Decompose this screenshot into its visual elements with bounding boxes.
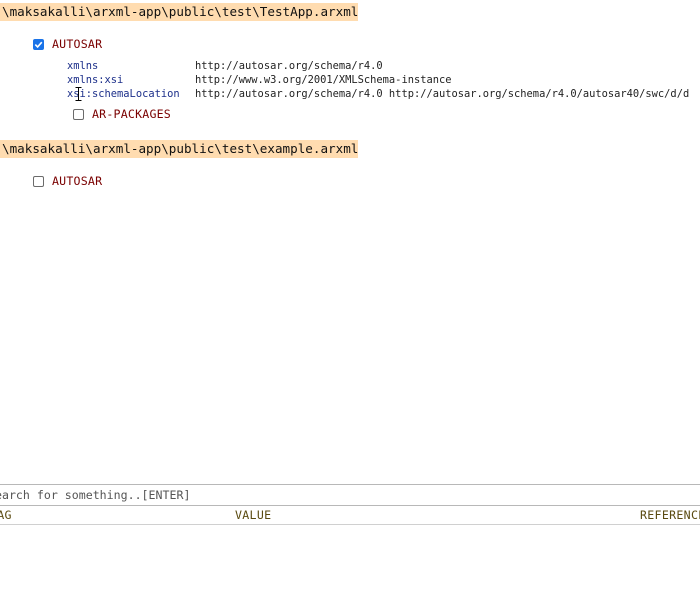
tree-node-ar-packages[interactable]: AR-PACKAGES	[73, 105, 171, 123]
autosar-checkbox[interactable]	[33, 175, 44, 187]
attribute-value: http://autosar.org/schema/r4.0 http://au…	[195, 88, 690, 100]
column-header-tag[interactable]: TAG	[0, 508, 12, 523]
tree-node-autosar-example[interactable]: AUTOSAR	[33, 172, 102, 190]
attribute-name: xsi:schemaLocation	[67, 88, 180, 100]
results-table-header: TAG VALUE REFERENCE	[0, 507, 700, 525]
attribute-value: http://autosar.org/schema/r4.0	[195, 60, 383, 72]
search-input[interactable]	[0, 485, 700, 505]
attribute-value: http://www.w3.org/2001/XMLSchema-instanc…	[195, 74, 452, 86]
node-label-autosar: AUTOSAR	[52, 37, 103, 51]
search-bar	[0, 484, 700, 506]
file-path-testapp: \maksakalli\arxml-app\public\test\TestAp…	[0, 3, 359, 21]
attribute-name: xmlns:xsi	[67, 74, 124, 86]
tree-node-autosar-testapp[interactable]: AUTOSAR	[33, 35, 102, 53]
attribute-row-schema-location: xsi:schemaLocation http://autosar.org/sch…	[67, 87, 689, 101]
attribute-row-xmlns: xmlns http://autosar.org/schema/r4.0	[67, 59, 383, 73]
column-header-value[interactable]: VALUE	[235, 508, 271, 523]
text-cursor-icon	[75, 87, 82, 101]
file-path-example: \maksakalli\arxml-app\public\test\exampl…	[0, 140, 359, 158]
checkmark-icon	[34, 41, 43, 48]
attribute-name: xmlns	[67, 60, 99, 72]
attribute-row-xmlns-xsi: xmlns:xsi http://www.w3.org/2001/XMLSchem…	[67, 73, 451, 87]
column-header-reference[interactable]: REFERENCE	[640, 508, 700, 523]
node-label-autosar: AUTOSAR	[52, 174, 103, 188]
autosar-checkbox-checked[interactable]	[33, 38, 44, 50]
ar-packages-checkbox[interactable]	[73, 108, 84, 120]
node-label-ar-packages: AR-PACKAGES	[92, 107, 171, 121]
